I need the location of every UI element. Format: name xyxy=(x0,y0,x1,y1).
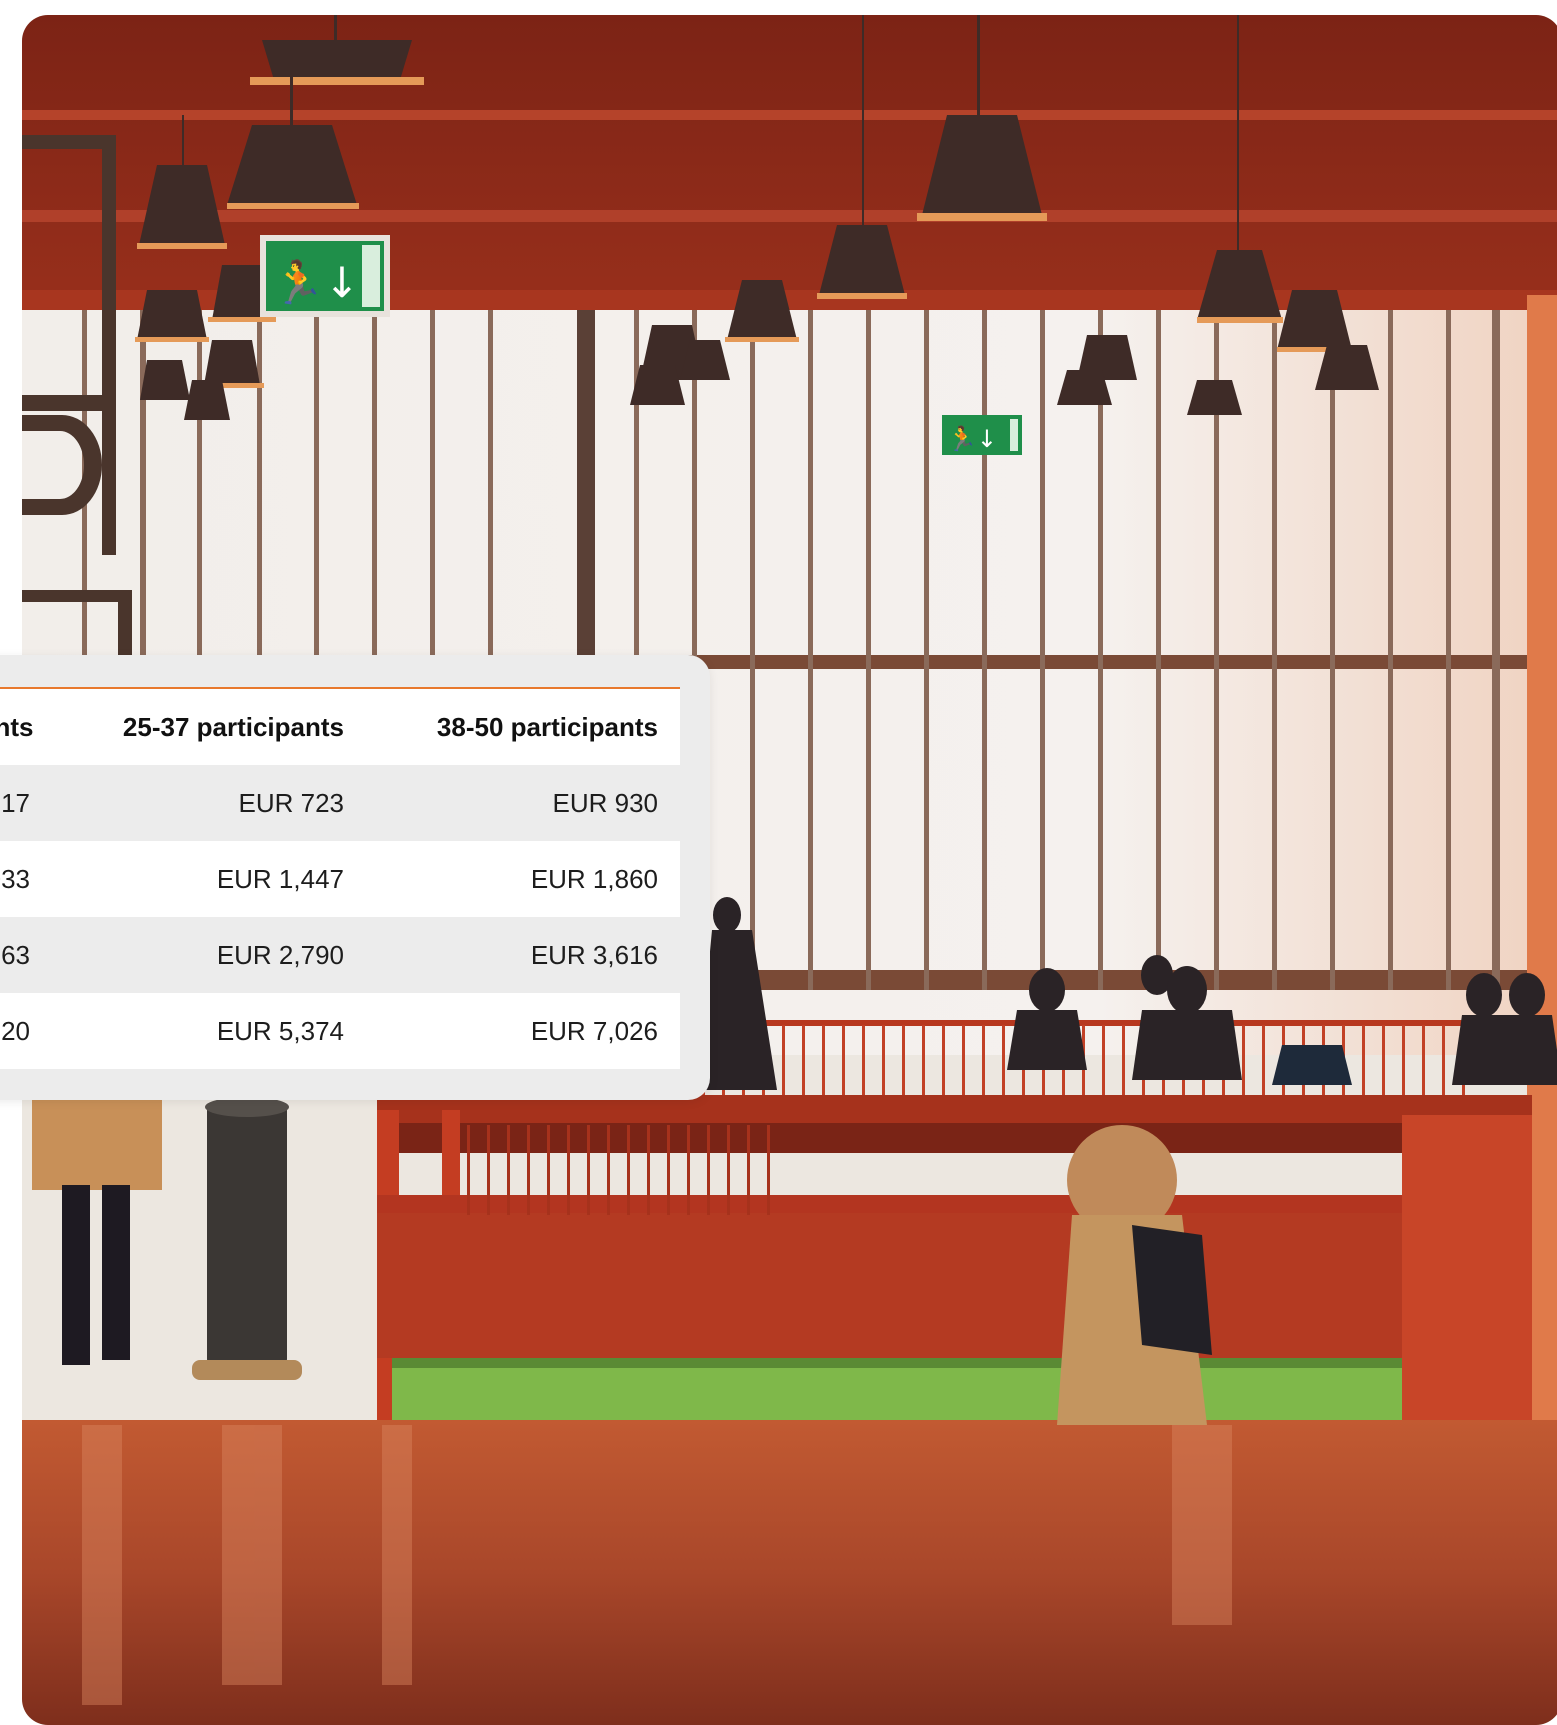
pricing-table: ants 25-37 participants 38-50 participan… xyxy=(0,689,680,1069)
table-row: 517 EUR 723 EUR 930 xyxy=(0,765,680,841)
table-row: 033 EUR 1,447 EUR 1,860 xyxy=(0,841,680,917)
table-cell: 720 xyxy=(0,993,70,1069)
column-header: ants xyxy=(0,689,70,765)
table-cell: EUR 930 xyxy=(366,765,680,841)
table-cell: 033 xyxy=(0,841,70,917)
trash-bin xyxy=(192,1097,302,1380)
pricing-table-header-row: ants 25-37 participants 38-50 participan… xyxy=(0,689,680,765)
table-cell: 963 xyxy=(0,917,70,993)
table-cell: EUR 1,860 xyxy=(366,841,680,917)
table-cell: EUR 1,447 xyxy=(70,841,366,917)
emergency-exit-sign: 🏃↓ xyxy=(260,235,390,317)
table-cell: EUR 7,026 xyxy=(366,993,680,1069)
table-cell: EUR 723 xyxy=(70,765,366,841)
table-cell: EUR 3,616 xyxy=(366,917,680,993)
pricing-card: ants 25-37 participants 38-50 participan… xyxy=(0,655,710,1100)
ceiling-beam xyxy=(22,110,1557,120)
walking-person xyxy=(32,1055,162,1365)
table-cell: EUR 5,374 xyxy=(70,993,366,1069)
column-header: 38-50 participants xyxy=(366,689,680,765)
standing-woman xyxy=(1057,1125,1212,1425)
table-cell: 517 xyxy=(0,765,70,841)
emergency-exit-sign: 🏃↓ xyxy=(942,415,1022,455)
table-row: 963 EUR 2,790 EUR 3,616 xyxy=(0,917,680,993)
svg-text:🏃↓: 🏃↓ xyxy=(272,258,360,307)
balcony-front xyxy=(377,1123,1532,1153)
svg-text:🏃↓: 🏃↓ xyxy=(947,425,997,453)
table-row: 720 EUR 5,374 EUR 7,026 xyxy=(0,993,680,1069)
ceiling-beam xyxy=(22,210,1557,222)
table-cell: EUR 2,790 xyxy=(70,917,366,993)
column-header: 25-37 participants xyxy=(70,689,366,765)
